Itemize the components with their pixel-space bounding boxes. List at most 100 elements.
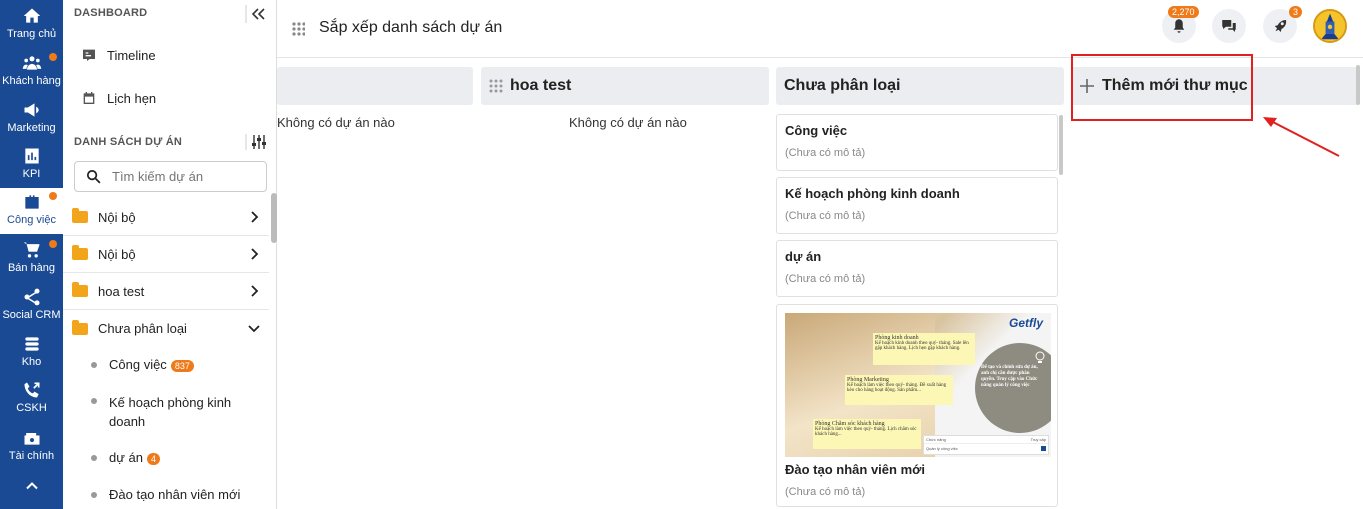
folder-icon [72,245,88,260]
rail-customers[interactable]: Khách hàng [0,49,63,95]
folder-chua-phan-loai[interactable]: Chưa phân loại [63,310,269,347]
sidebar-scrollbar[interactable] [271,193,277,243]
project-item-dao-tao[interactable]: Đào tạo nhân viên mới [91,487,240,502]
notification-count-badge: 2,270 [1168,6,1199,18]
rail-social-crm[interactable]: Social CRM [0,283,63,329]
chart-icon [24,148,39,164]
permission-table: Chức năng Truy cập Quản lý công việc [923,435,1049,455]
megaphone-icon [24,103,39,117]
card-title: Công việc [785,123,848,138]
folder-icon [72,282,88,297]
column-header-chua-phan-loai[interactable]: Chưa phân loại [776,67,1064,105]
drag-grip-icon [489,79,503,93]
chevron-down-icon [248,325,260,333]
collapse-sidebar-icon[interactable] [245,4,267,24]
folder-hoa-test[interactable]: hoa test [63,273,269,310]
project-card-with-image[interactable]: Getfly Phòng kinh doanh Kế hoạch kinh do… [776,304,1058,507]
search-icon [86,169,101,184]
chevron-right-icon [251,248,259,260]
cart-icon [23,242,39,258]
top-bar: Sắp xếp danh sách dự án [277,0,1363,58]
phone-icon [24,382,39,398]
empty-message-col1: Không có dự án nào [277,115,395,130]
home-icon [23,8,40,23]
notification-dot [49,53,57,61]
column-scrollbar[interactable] [1059,115,1063,175]
rail-finance[interactable]: Tài chính [0,424,63,470]
notification-dot [49,240,57,248]
rocket-count-badge: 3 [1289,6,1303,18]
chevron-right-icon [251,211,259,223]
warehouse-icon [24,337,39,351]
card-title: Đào tạo nhân viên mới [785,462,925,477]
rail-warehouse[interactable]: Kho [0,330,63,376]
notification-dot [49,192,57,200]
info-bubble: Để tạo và chỉnh sửa dự án, anh chị cần đ… [981,365,1038,388]
rail-sales[interactable]: Bán hàng [0,236,63,282]
bullet [91,362,97,368]
project-card[interactable]: Kế hoạch phòng kinh doanh (Chưa có mô tả… [776,177,1058,234]
lightbulb-icon [1035,351,1045,363]
card-description: (Chưa có mô tả) [785,486,866,498]
note-sales: Phòng kinh doanh Kế hoạch kinh doanh the… [873,333,975,365]
project-card[interactable]: dự án (Chưa có mô tả) [776,240,1058,297]
folder-icon [72,319,88,335]
rail-marketing[interactable]: Marketing [0,96,63,142]
card-title: dự án [785,249,822,264]
avatar-image [1315,11,1345,41]
sidebar-item-calendar[interactable]: Lịch hẹn [81,90,156,106]
count-badge: 837 [170,359,194,372]
rail-customer-care[interactable]: CSKH [0,376,63,422]
calendar-icon [83,92,95,104]
brand-logo: Getfly [1008,316,1043,330]
search-input[interactable] [112,169,252,184]
card-title: Kế hoạch phòng kinh doanh [785,186,960,201]
note-marketing: Phòng Marketing Kế hoạch làm việc theo q… [845,375,953,405]
chat-icon [1222,20,1236,32]
filter-settings-icon[interactable] [245,133,267,151]
column-header-1[interactable] [277,67,473,105]
rocket-icon [1274,20,1287,32]
chat-button[interactable] [1212,9,1246,43]
projects-heading: DANH SÁCH DỰ ÁN [74,136,183,148]
chevron-right-icon [251,285,259,297]
bullet [91,492,97,498]
money-icon [24,433,39,445]
bell-icon [1173,19,1185,33]
card-description: (Chưa có mô tả) [785,273,866,285]
briefcase-icon [24,195,39,209]
rail-kpi[interactable]: KPI [0,142,63,188]
page-title: Sắp xếp danh sách dự án [319,19,503,36]
project-item-du-an[interactable]: dự án 4 [91,450,161,465]
project-item-cong-viec[interactable]: Công việc 837 [91,357,194,372]
user-avatar[interactable] [1313,9,1347,43]
empty-message-col2: Không có dự án nào [569,115,687,130]
bullet [91,398,97,404]
note-customer-care: Phòng Chăm sóc khách hàng Kế hoạch làm v… [813,419,921,449]
card-description: (Chưa có mô tả) [785,147,866,159]
left-rail: Trang chủ Khách hàng Marketing KPI Công … [0,0,63,509]
timeline-icon [83,49,95,61]
folder-noi-bo-1[interactable]: Nội bộ [63,199,269,236]
bullet [91,455,97,461]
drag-grip-icon [292,22,305,36]
rail-tasks[interactable]: Công việc [0,188,63,234]
folder-noi-bo-2[interactable]: Nội bộ [63,236,269,273]
sidebar-item-timeline[interactable]: Timeline [81,47,156,63]
folder-icon [72,208,88,223]
card-description: (Chưa có mô tả) [785,210,866,222]
project-sidebar: DASHBOARD Timeline Lịch hẹn DANH SÁCH DỰ… [63,0,277,509]
column-header-hoa-test[interactable]: hoa test [481,67,769,105]
rail-home[interactable]: Trang chủ [0,2,63,48]
project-item-ke-hoach[interactable]: Kế hoạch phòng kinh doanh [91,393,251,431]
chevron-up-icon [25,482,38,490]
board-scrollbar[interactable] [1356,65,1360,105]
rail-collapse[interactable] [0,474,63,498]
count-badge: 4 [147,452,161,465]
project-card[interactable]: Công việc (Chưa có mô tả) [776,114,1058,171]
annotation-arrow [1263,117,1340,157]
card-cover-image: Getfly Phòng kinh doanh Kế hoạch kinh do… [785,313,1051,457]
checkbox-icon [1041,446,1046,451]
project-search[interactable] [74,161,267,192]
share-icon [24,288,39,306]
